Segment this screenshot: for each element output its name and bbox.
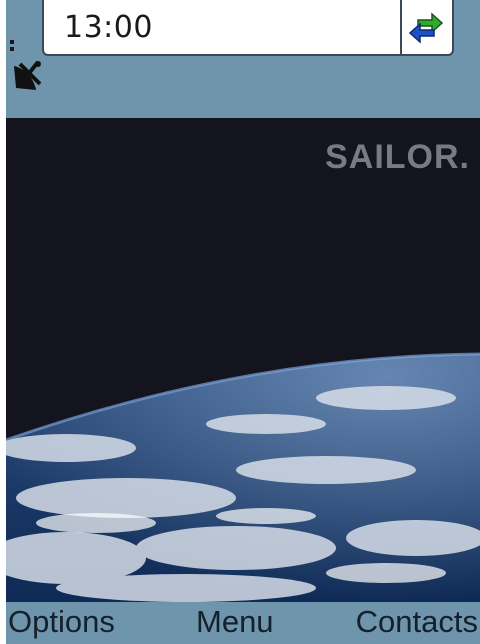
divider	[400, 0, 402, 54]
softkey-bar: Options Menu Contacts	[6, 602, 480, 644]
menu-softkey[interactable]: Menu	[196, 604, 274, 640]
clock-time: 13:00	[64, 10, 153, 45]
earth-image	[6, 352, 480, 602]
brand-logo: SAILOR.	[325, 138, 470, 176]
contacts-softkey[interactable]: Contacts	[356, 604, 478, 640]
sync-arrows-icon	[408, 12, 444, 44]
options-softkey[interactable]: Options	[8, 604, 115, 640]
signal-strength-icon	[10, 40, 16, 54]
clock-panel: 13:00	[42, 0, 454, 56]
satellite-dish-icon	[14, 60, 42, 90]
wallpaper-earth: SAILOR.	[6, 118, 480, 602]
phone-screen: 13:00 SAILOR. Options Menu Contacts	[0, 0, 480, 644]
status-bar: 13:00	[6, 0, 480, 118]
